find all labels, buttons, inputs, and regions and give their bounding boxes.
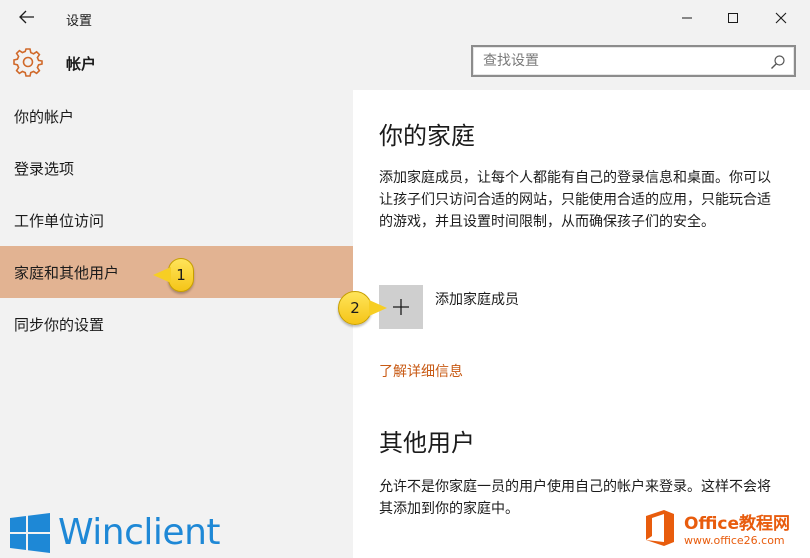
windows-logo-icon (10, 512, 50, 553)
office-name: Office教程网 (684, 514, 791, 534)
other-users-heading: 其他用户 (379, 429, 475, 457)
sidebar-item-your-account[interactable]: 你的帐户 (0, 90, 353, 142)
office-watermark: Office教程网 www.office26.com (642, 502, 804, 554)
winclient-watermark: Winclient (10, 512, 221, 553)
main-content: 你的家庭 添加家庭成员，让每个人都能有自己的登录信息和桌面。你可以让孩子们只访问… (353, 90, 810, 558)
family-heading: 你的家庭 (379, 122, 475, 150)
sidebar-item-sync-settings[interactable]: 同步你的设置 (0, 298, 353, 350)
window-title: 设置 (66, 14, 93, 29)
sidebar-item-sign-in-options[interactable]: 登录选项 (0, 142, 353, 194)
sidebar-item-label: 登录选项 (14, 159, 75, 178)
callout-badge: 1 (153, 258, 194, 292)
search-input[interactable] (483, 51, 763, 71)
section-title: 帐户 (66, 55, 97, 73)
settings-header: 帐户 (0, 36, 810, 90)
back-button[interactable] (14, 4, 40, 30)
arrow-left-icon (19, 10, 34, 24)
family-description: 添加家庭成员，让每个人都能有自己的登录信息和桌面。你可以让孩子们只访问合适的网站… (379, 170, 771, 230)
callout-number: 2 (350, 299, 360, 317)
search-icon[interactable] (770, 54, 786, 70)
close-button[interactable] (758, 0, 804, 36)
maximize-button[interactable] (710, 0, 756, 36)
minimize-button[interactable] (664, 0, 710, 36)
gear-icon (13, 48, 43, 77)
close-icon (775, 12, 787, 24)
callout-number: 1 (176, 266, 186, 284)
maximize-icon (728, 13, 738, 23)
plus-icon (393, 299, 409, 315)
sidebar-item-label: 工作单位访问 (14, 211, 105, 230)
minimize-icon (682, 17, 692, 19)
learn-more-link[interactable]: 了解详细信息 (379, 361, 463, 381)
sidebar-item-label: 同步你的设置 (14, 315, 105, 334)
search-box[interactable] (471, 45, 796, 77)
add-family-member-label[interactable]: 添加家庭成员 (435, 289, 519, 309)
office-logo-icon (646, 510, 674, 546)
callout-badge: 2 (338, 291, 387, 325)
sidebar: 你的帐户 登录选项 工作单位访问 家庭和其他用户 同步你的设置 (0, 90, 353, 558)
sidebar-item-label: 你的帐户 (14, 107, 75, 126)
sidebar-item-work-access[interactable]: 工作单位访问 (0, 194, 353, 246)
sidebar-item-label: 家庭和其他用户 (14, 263, 120, 282)
title-bar: 设置 (0, 0, 810, 36)
winclient-text: Winclient (58, 512, 221, 553)
office-url: www.office26.com (684, 534, 785, 547)
